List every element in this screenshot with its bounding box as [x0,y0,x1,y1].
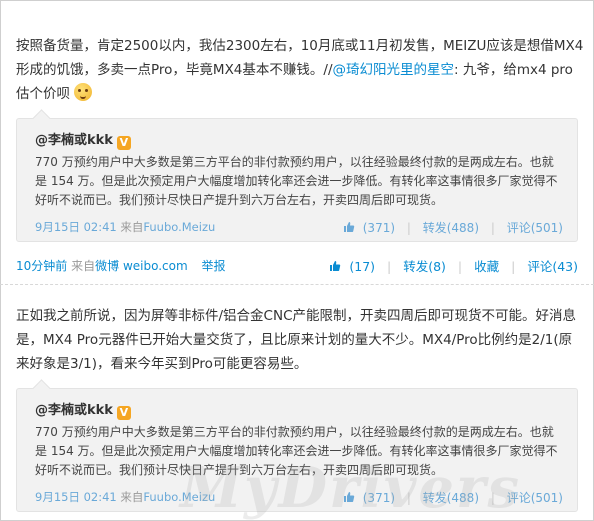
post1-like-count: (17) [349,259,376,274]
separator: | [387,259,392,274]
post1-comment-button[interactable]: 评论(43) [527,259,578,274]
quote-author[interactable]: @李楠或kkk V [35,129,131,150]
post1-from-label: 来自 [71,259,96,273]
thumbs-up-icon [343,222,354,232]
quote-from-label: 来自 [120,490,144,504]
separator: | [457,259,463,274]
quote-timestamp-link[interactable]: 9月15日 02:41 [35,220,117,234]
verified-badge-icon: V [116,406,131,420]
post1-actions: (17) | 转发(8) | 收藏 | 评论(43) [321,256,578,275]
verified-badge-icon: V [116,136,131,150]
quote-source-link[interactable]: Fuubo.Meizu [143,220,215,234]
mydrivers-watermark: MyDrivers [180,455,522,521]
quote-text: 770 万预约用户中大多数是第三方平台的非付款预约用户，以往经验最终付款的是两成… [35,155,558,207]
thumbs-up-icon [330,261,341,271]
post-divider [0,284,594,285]
post2-body: 正如我之前所说，因为屏等非标件/铝合金CNC产能限制，开卖四周后即可现货不可能。… [16,308,576,372]
separator: | [406,221,411,235]
post1-like-button[interactable]: (17) [329,259,375,274]
post1-mention-link[interactable]: @琦幻阳光里的星空 [333,62,455,78]
quote-comment-button[interactable]: 评论(501) [507,221,563,235]
post1-body: 按照备货量，肯定2500以内，我估2300左右，10月底或11月初发售，MEIZ… [16,34,584,106]
separator: | [490,221,495,235]
quote-author[interactable]: @李楠或kkk V [35,399,131,420]
separator: | [511,259,516,274]
post1-meta: 10分钟前 来自微博 weibo.com 举报 [16,257,226,274]
quote-like-count: (371) [362,221,396,235]
quote-author-name[interactable]: @李楠或kkk [35,133,113,148]
quote-author-name[interactable]: @李楠或kkk [35,403,113,418]
post1-quote-card: @李楠或kkk V 770 万预约用户中大多数是第三方平台的非付款预约用户，以往经… [16,109,578,242]
quote-repost-button[interactable]: 转发(488) [423,221,479,235]
post1-timestamp-link[interactable]: 10分钟前 [16,259,67,273]
post1-source-link[interactable]: 微博 weibo.com [95,259,188,273]
quote-like-button[interactable]: (371) [343,221,395,235]
smile-emoji-icon [74,83,93,101]
quote-from-label: 来自 [120,220,144,234]
report-link[interactable]: 举报 [202,259,226,273]
quote-meta: 9月15日 02:41 来自Fuubo.Meizu [35,219,215,235]
quote-actions: (371) | 转发(488) | 评论(501) [335,219,563,236]
post1-favorite-button[interactable]: 收藏 [474,259,499,274]
quote-timestamp-link[interactable]: 9月15日 02:41 [35,490,117,504]
post1-repost-button[interactable]: 转发(8) [403,259,446,274]
